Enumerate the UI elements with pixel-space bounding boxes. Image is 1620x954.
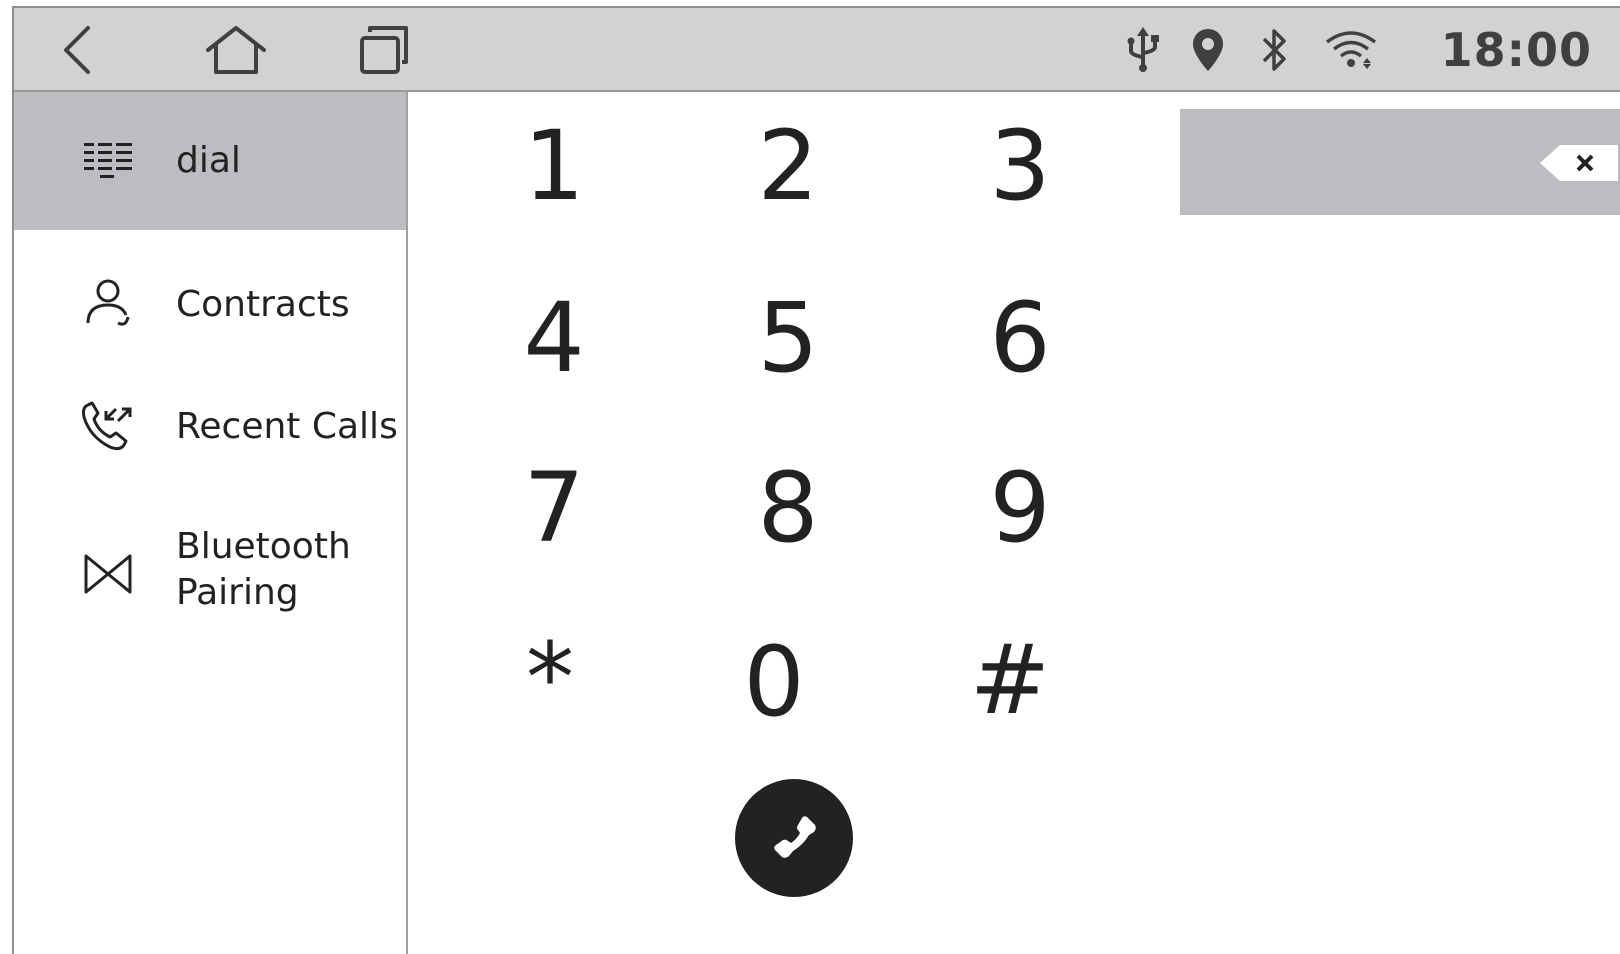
key-2[interactable]: 2 — [718, 106, 858, 226]
wifi-icon — [1324, 26, 1378, 74]
bluetooth-pairing-icon — [80, 546, 136, 602]
recents-button[interactable] — [352, 22, 416, 78]
sidebar-item-dial[interactable]: dial — [14, 92, 406, 230]
sidebar-item-label: Recent Calls — [176, 406, 398, 447]
key-6[interactable]: 6 — [950, 278, 1090, 398]
contact-icon — [80, 276, 136, 332]
key-hash[interactable]: # — [940, 620, 1080, 740]
key-8[interactable]: 8 — [718, 448, 858, 568]
number-display — [1180, 109, 1620, 215]
sidebar-item-label-line2: Pairing — [176, 572, 299, 613]
recents-icon — [360, 26, 408, 74]
phone-app-screen: 18:00 dial Contracts Recent Calls Blueto… — [12, 6, 1620, 954]
sidebar-item-recent-calls[interactable]: Recent Calls — [14, 374, 406, 474]
key-0[interactable]: 0 — [704, 622, 844, 742]
sidebar-item-label-line1: Bluetooth — [176, 526, 351, 567]
sidebar-item-label: dial — [176, 140, 241, 181]
key-5[interactable]: 5 — [718, 278, 858, 398]
home-button[interactable] — [198, 22, 274, 78]
status-bar: 18:00 — [14, 8, 1620, 92]
usb-icon — [1122, 26, 1164, 74]
sidebar: dial Contracts Recent Calls Bluetooth Pa… — [14, 92, 408, 954]
key-7[interactable]: 7 — [484, 448, 624, 568]
back-icon — [64, 26, 90, 74]
call-button[interactable] — [735, 779, 853, 897]
status-clock: 18:00 — [1440, 23, 1592, 77]
location-icon — [1190, 26, 1226, 74]
phone-icon — [774, 816, 816, 858]
dialpad-icon — [80, 133, 136, 189]
sidebar-item-label: Contracts — [176, 284, 350, 325]
back-button[interactable] — [50, 22, 106, 78]
backspace-button[interactable] — [1538, 143, 1620, 183]
home-icon — [206, 26, 266, 74]
sidebar-item-contracts[interactable]: Contracts — [14, 252, 406, 352]
sidebar-item-bluetooth-pairing[interactable]: Bluetooth Pairing — [14, 512, 406, 632]
recent-calls-icon — [80, 398, 136, 454]
key-3[interactable]: 3 — [950, 106, 1090, 226]
key-star[interactable]: * — [480, 618, 620, 738]
backspace-icon — [1540, 145, 1618, 181]
key-1[interactable]: 1 — [484, 106, 624, 226]
bluetooth-icon — [1258, 26, 1292, 74]
key-4[interactable]: 4 — [484, 278, 624, 398]
key-9[interactable]: 9 — [950, 448, 1090, 568]
